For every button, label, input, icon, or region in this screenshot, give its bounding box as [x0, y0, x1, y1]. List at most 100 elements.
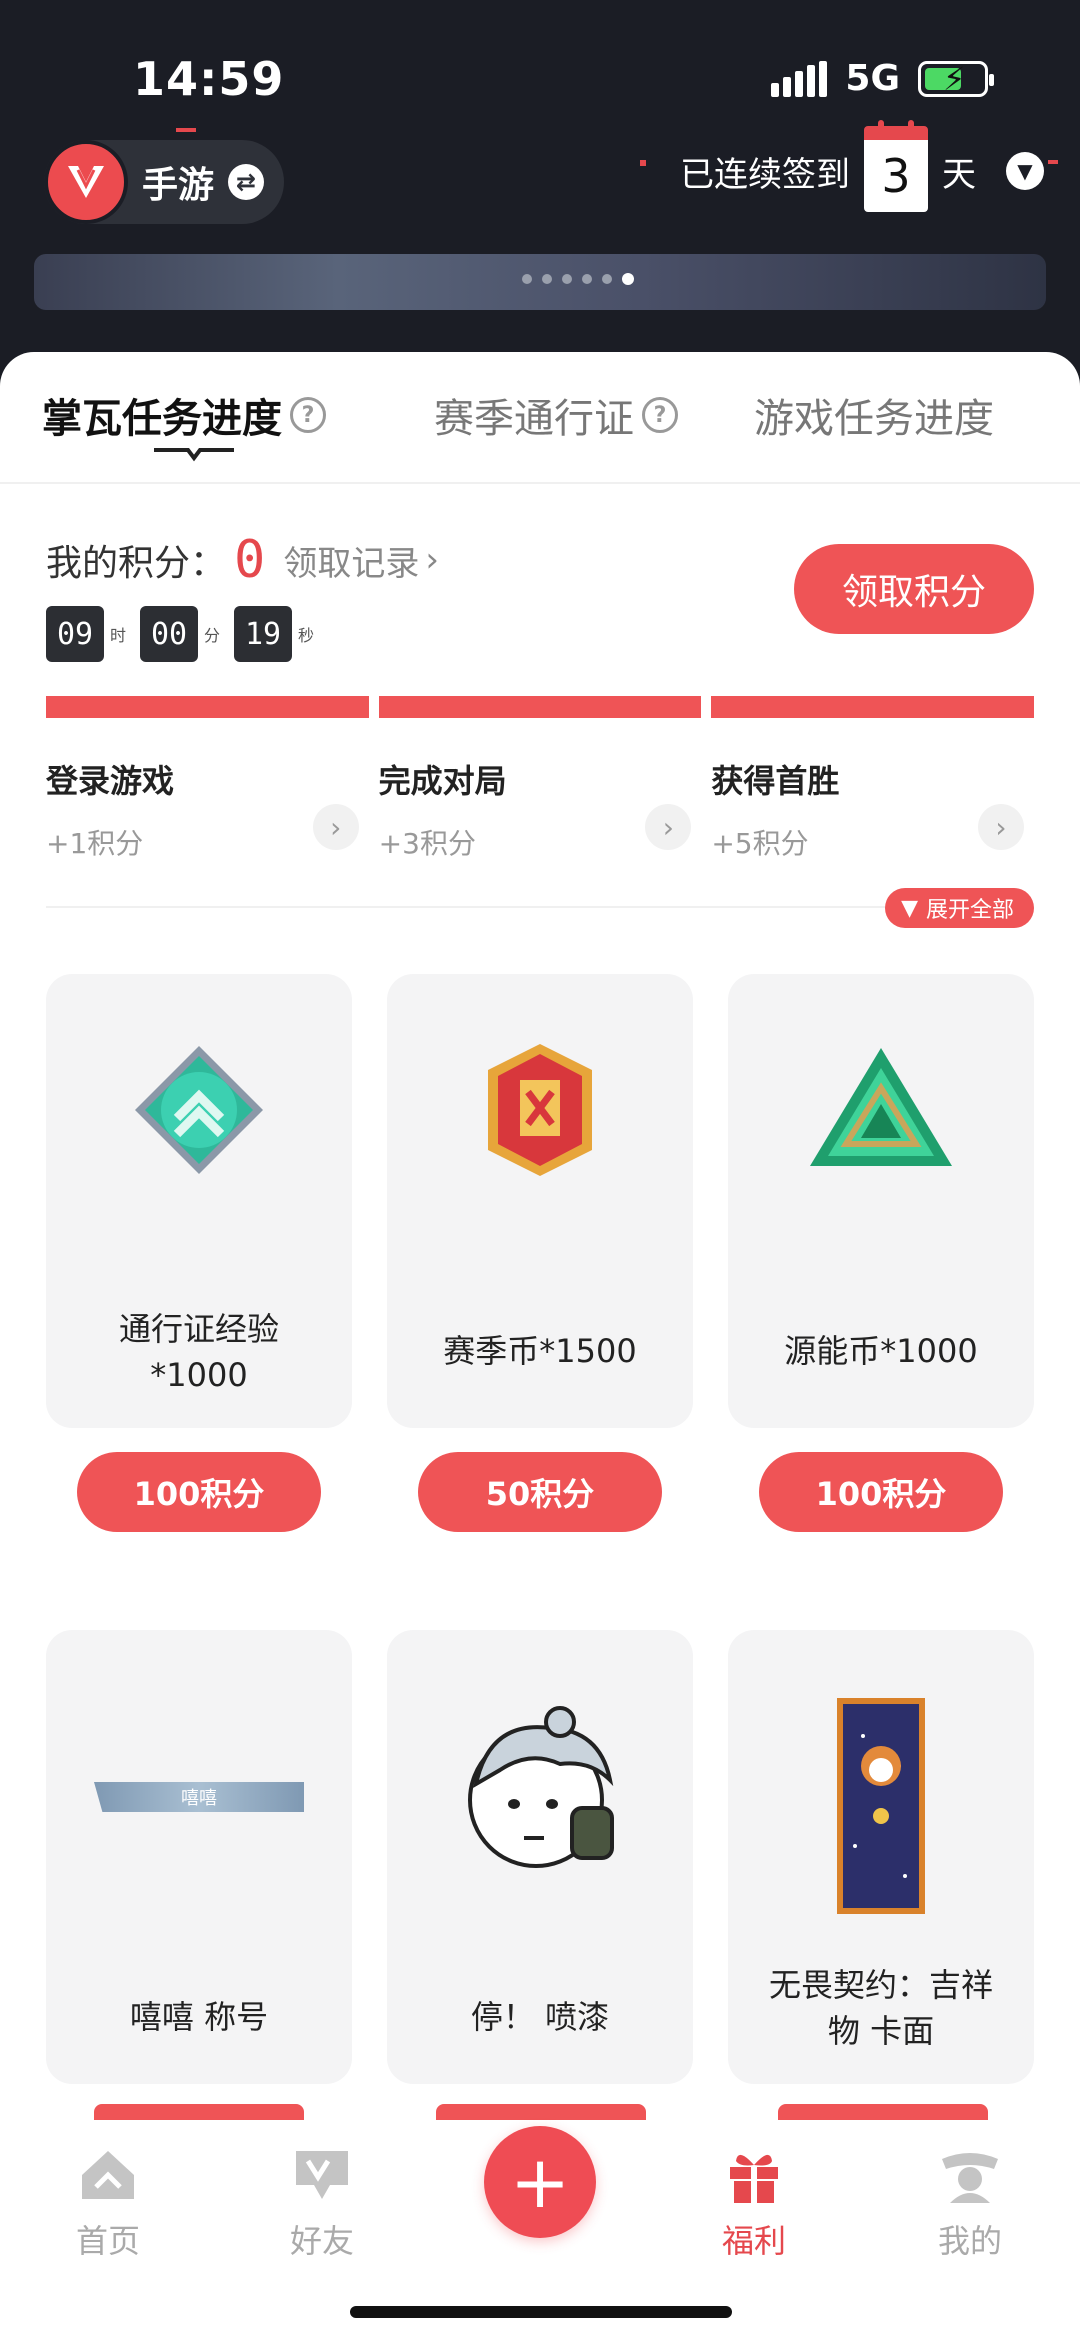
reward-card[interactable]: 无畏契约：吉祥 物 卡面 [728, 1630, 1034, 2084]
seconds-unit: 秒 [298, 626, 315, 645]
countdown-hours: 09 [46, 606, 104, 662]
plus-icon: + [509, 2140, 571, 2224]
calendar-icon: 3 [864, 120, 928, 212]
title-card-icon: 嘻嘻 [46, 1782, 352, 1812]
checkin-suffix: 天 [942, 154, 976, 195]
reward-card[interactable]: 嘻嘻 嘻嘻 称号 [46, 1630, 352, 2084]
nav-label: 好友 [289, 2222, 354, 2260]
task-progress-bar [711, 696, 1035, 718]
task-name: 获得首胜 [711, 762, 840, 800]
reward-item[interactable]: 无畏契约：吉祥 物 卡面 [728, 1630, 1034, 2084]
reward-name: 赛季币*1500 [443, 1332, 637, 1370]
chevron-right-icon[interactable]: › [978, 804, 1025, 850]
spray-icon [387, 1700, 693, 1890]
help-icon[interactable]: ? [290, 397, 326, 433]
chevron-right-icon: › [425, 540, 439, 580]
status-icons: 5G ⚡ [771, 58, 994, 99]
redeem-button-peek [436, 2104, 646, 2120]
reward-name: 嘻嘻 称号 [129, 1998, 269, 2036]
network-type: 5G [845, 58, 900, 99]
battery-icon: ⚡ [918, 60, 994, 98]
redeem-button[interactable]: 100积分 [759, 1452, 1003, 1532]
nav-label: 首页 [75, 2222, 140, 2260]
reward-name: 停！ 喷漆 [470, 1998, 610, 2036]
tab-game-task-progress[interactable]: 游戏任务进度 [754, 386, 994, 444]
nav-friends[interactable]: 好友 [262, 2140, 382, 2262]
mode-switch[interactable]: 手游 ⇄ [44, 140, 284, 224]
help-icon[interactable]: ? [642, 397, 678, 433]
redeem-button-peek [94, 2104, 304, 2120]
checkin-status[interactable]: 已连续签到 3 天 ▼ [680, 120, 1044, 212]
radianite-icon [728, 1044, 1034, 1174]
points-value: 0 [234, 530, 266, 590]
task-item[interactable]: 登录游戏 +1积分 › [46, 696, 369, 860]
nav-label: 我的 [937, 2222, 1002, 2260]
expand-all-button[interactable]: ▼ 展开全部 [885, 888, 1034, 928]
tab-label: 游戏任务进度 [754, 396, 994, 442]
carousel-dots [522, 273, 634, 285]
home-indicator[interactable] [350, 2306, 732, 2318]
reward-item[interactable]: 源能币*1000 100积分 [728, 974, 1034, 1532]
nav-home[interactable]: 首页 [48, 2140, 168, 2262]
task-name: 登录游戏 [46, 762, 175, 800]
reward-item[interactable]: 通行证经验 *1000 100积分 [46, 974, 352, 1532]
app-logo-icon [44, 140, 128, 224]
main-card: 掌瓦任务进度 ? 赛季通行证 ? 游戏任务进度 我的积分： 0 领取记录 › 0… [0, 352, 1080, 2112]
season-coin-icon [387, 1040, 693, 1180]
nav-profile[interactable]: 我的 [910, 2140, 1030, 2262]
nav-benefits[interactable]: 福利 [694, 2140, 814, 2262]
reward-item[interactable]: 赛季币*1500 50积分 [387, 974, 693, 1532]
title-badge: 嘻嘻 [94, 1782, 304, 1812]
reward-item[interactable]: 嘻嘻 嘻嘻 称号 [46, 1630, 352, 2084]
reward-card[interactable]: 停！ 喷漆 [387, 1630, 693, 2084]
task-progress-bar [46, 696, 369, 718]
claim-points-button[interactable]: 领取积分 [794, 544, 1034, 634]
reward-card[interactable]: 通行证经验 *1000 [46, 974, 352, 1428]
points-label: 我的积分： [46, 543, 227, 584]
countdown-seconds: 19 [234, 606, 293, 662]
home-icon [48, 2140, 168, 2210]
countdown-minutes: 00 [140, 606, 199, 662]
status-time: 14:59 [133, 52, 285, 106]
add-button[interactable]: + [484, 2126, 596, 2238]
mode-label: 手游 [142, 165, 215, 206]
reward-name: 无畏契约：吉祥 [768, 1966, 993, 2004]
minutes-unit: 分 [204, 626, 221, 645]
chevron-right-icon[interactable]: › [312, 804, 359, 850]
banner-carousel[interactable] [34, 254, 1046, 310]
task-item[interactable]: 完成对局 +3积分 › [378, 696, 702, 860]
friends-icon [262, 2140, 382, 2210]
reward-item[interactable]: 停！ 喷漆 [387, 1630, 693, 2084]
tab-label: 掌瓦任务进度 [42, 396, 282, 442]
record-label: 领取记录 [283, 543, 420, 584]
claim-record-link[interactable]: 领取记录 › [283, 536, 439, 585]
expand-label: 展开全部 [925, 898, 1014, 923]
player-card-icon [728, 1696, 1034, 1916]
swap-icon: ⇄ [228, 164, 265, 200]
tab-season-pass[interactable]: 赛季通行证 ? [434, 386, 678, 444]
checkin-days: 3 [881, 149, 911, 203]
points-row: 我的积分： 0 领取记录 › [46, 530, 439, 590]
task-name: 完成对局 [378, 762, 507, 800]
tab-indicator [154, 448, 234, 462]
tab-label: 赛季通行证 [434, 396, 634, 442]
tab-vtask-progress[interactable]: 掌瓦任务进度 ? [42, 386, 326, 444]
gift-icon [694, 2140, 814, 2210]
task-list: 登录游戏 +1积分 › 完成对局 +3积分 › 获得首胜 +5积分 › [46, 696, 1035, 860]
reward-card[interactable]: 源能币*1000 [728, 974, 1034, 1428]
signal-icon [771, 60, 828, 97]
task-item[interactable]: 获得首胜 +5积分 › [711, 696, 1035, 860]
reward-name-line2: *1000 [150, 1356, 248, 1394]
profile-icon [910, 2140, 1030, 2210]
checkin-prefix: 已连续签到 [680, 154, 850, 195]
nav-label: 福利 [721, 2222, 786, 2260]
redeem-button[interactable]: 100积分 [77, 1452, 321, 1532]
reward-card[interactable]: 赛季币*1500 [387, 974, 693, 1428]
header: 14:59 5G ⚡ 手游 ⇄ 已连续签到 3 天 ▼ [0, 0, 1080, 360]
reward-name: 通行证经验 [118, 1310, 279, 1348]
hours-unit: 时 [110, 626, 127, 645]
chevron-down-icon[interactable]: ▼ [1006, 152, 1044, 190]
reward-name: 源能币*1000 [784, 1332, 978, 1370]
countdown-timer: 09 时 00 分 19 秒 [46, 606, 328, 662]
redeem-button[interactable]: 50积分 [418, 1452, 662, 1532]
